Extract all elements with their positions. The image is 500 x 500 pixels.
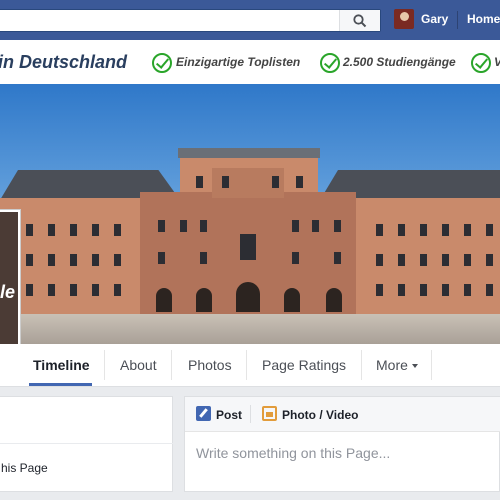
cover-photo[interactable]	[0, 84, 500, 344]
window	[240, 234, 256, 260]
feature-label: Einzigartige Toplisten	[176, 55, 301, 69]
top-navbar: Gary Home	[0, 0, 500, 40]
window	[376, 254, 383, 266]
tab-timeline[interactable]: Timeline	[33, 357, 90, 373]
card-divider	[0, 443, 174, 444]
tower-roof	[178, 148, 320, 158]
composer-input[interactable]: Write something on this Page...	[196, 445, 390, 461]
photo-icon	[262, 406, 277, 421]
window	[26, 224, 33, 236]
window	[420, 224, 427, 236]
checkmark-icon	[320, 53, 340, 73]
tab-divider	[246, 350, 247, 380]
post-composer: Post Photo / Video Write something on th…	[184, 396, 500, 492]
feature-label: V	[494, 55, 500, 69]
window	[48, 254, 55, 266]
search-input[interactable]	[5, 10, 339, 33]
search-button[interactable]	[339, 10, 380, 31]
tab-page-ratings[interactable]: Page Ratings	[262, 357, 346, 373]
window	[442, 254, 449, 266]
profile-name-link[interactable]: Gary	[421, 12, 448, 26]
window	[70, 284, 77, 296]
window	[334, 252, 341, 264]
window	[292, 220, 299, 232]
window	[464, 224, 471, 236]
window	[158, 220, 165, 232]
caret-down-icon	[411, 364, 418, 369]
nav-divider	[457, 11, 458, 29]
promo-banner: in Deutschland Einzigartige Toplisten 2.…	[0, 40, 500, 84]
archway	[284, 288, 300, 312]
tab-more[interactable]: More	[376, 357, 418, 373]
window	[442, 224, 449, 236]
avatar[interactable]	[394, 9, 414, 29]
window	[486, 254, 493, 266]
like-page-text[interactable]: his Page	[1, 461, 48, 475]
window	[334, 220, 341, 232]
page-tabs: Timeline About Photos Page Ratings More	[0, 344, 500, 387]
window	[196, 176, 203, 188]
window	[420, 254, 427, 266]
feature-label: 2.500 Studiengänge	[343, 55, 456, 69]
profile-logo-text: le	[0, 282, 16, 302]
window	[464, 284, 471, 296]
left-sidebar-card: his Page	[0, 396, 174, 492]
window	[114, 254, 121, 266]
window	[292, 252, 299, 264]
archway	[196, 288, 212, 312]
checkmark-icon	[152, 53, 172, 73]
window	[158, 252, 165, 264]
checkmark-icon	[471, 53, 491, 73]
archway	[156, 288, 172, 312]
window	[376, 284, 383, 296]
window	[296, 176, 303, 188]
search-icon	[353, 13, 367, 27]
photo-video-tab[interactable]: Photo / Video	[282, 408, 358, 422]
window	[92, 224, 99, 236]
window	[398, 284, 405, 296]
window	[48, 224, 55, 236]
archway	[236, 282, 260, 312]
window	[92, 254, 99, 266]
window	[26, 254, 33, 266]
pencil-icon	[196, 406, 211, 421]
tab-photos[interactable]: Photos	[188, 357, 232, 373]
active-tab-indicator	[29, 383, 92, 386]
archway	[326, 288, 342, 312]
tab-divider	[361, 350, 362, 380]
window	[486, 224, 493, 236]
composer-divider	[250, 405, 251, 423]
tab-divider	[104, 350, 105, 380]
window	[222, 176, 229, 188]
window	[398, 224, 405, 236]
home-link[interactable]: Home	[467, 12, 500, 26]
window	[398, 254, 405, 266]
window	[114, 224, 121, 236]
courtyard	[0, 314, 500, 344]
window	[272, 176, 279, 188]
banner-title: in Deutschland	[0, 52, 128, 72]
window	[200, 220, 207, 232]
composer-tabs: Post Photo / Video	[185, 397, 500, 432]
window	[26, 284, 33, 296]
window	[200, 252, 207, 264]
window	[312, 220, 319, 232]
window	[70, 254, 77, 266]
window	[114, 284, 121, 296]
post-tab[interactable]: Post	[216, 408, 242, 422]
search-box[interactable]	[0, 9, 381, 33]
window	[180, 220, 187, 232]
tab-more-label: More	[376, 357, 408, 373]
tab-divider	[171, 350, 172, 380]
window	[48, 284, 55, 296]
tab-divider	[431, 350, 432, 380]
window	[442, 284, 449, 296]
window	[420, 284, 427, 296]
window	[376, 224, 383, 236]
window	[486, 284, 493, 296]
window	[92, 284, 99, 296]
window	[464, 254, 471, 266]
tab-about[interactable]: About	[120, 357, 157, 373]
window	[70, 224, 77, 236]
